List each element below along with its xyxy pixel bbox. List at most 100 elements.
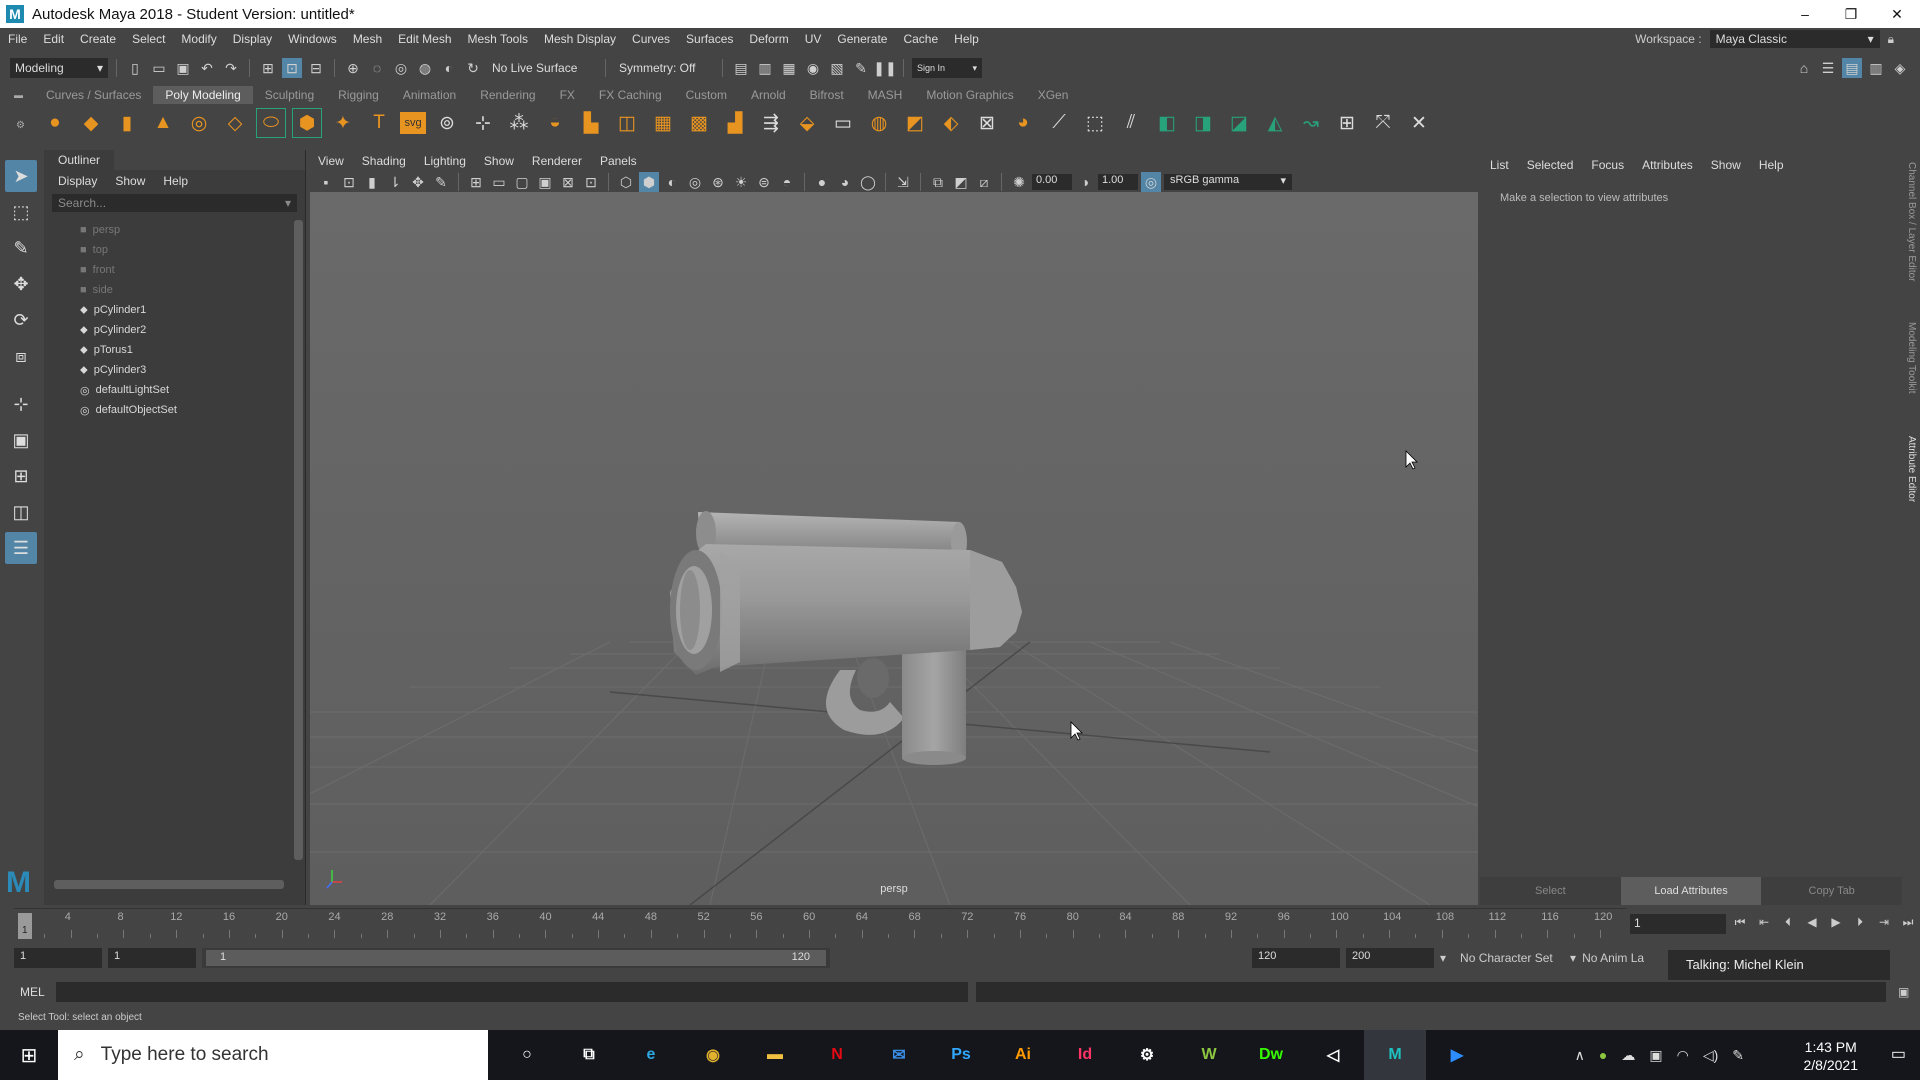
screen-space-ao-icon[interactable]: ⧉ (928, 172, 948, 192)
start-button[interactable]: ⊞ (0, 1030, 58, 1080)
device-icon[interactable]: ▣ (1649, 1047, 1662, 1064)
uv-layout-icon[interactable]: ✕ (1404, 108, 1434, 138)
shelf-tab-sculpting[interactable]: Sculpting (253, 86, 326, 104)
wifi-icon[interactable]: ◠ (1677, 1047, 1689, 1064)
taskbar-search[interactable]: ⌕ Type here to search (58, 1030, 488, 1080)
select-object-icon[interactable]: ⊡ (282, 58, 302, 78)
outliner-item[interactable]: ◎ defaultObjectSet (44, 400, 305, 420)
taskbar-zoom-icon[interactable]: ▶ (1426, 1030, 1488, 1080)
render-frame-icon[interactable]: ▥ (755, 58, 775, 78)
cylindrical-map-icon[interactable]: ◨ (1188, 108, 1218, 138)
paint-select-icon[interactable]: ✎ (5, 232, 37, 264)
shelf-tab-animation[interactable]: Animation (391, 86, 468, 104)
outliner-item[interactable]: ⬥ pCylinder2 (44, 320, 305, 340)
xray-icon[interactable]: ● (812, 172, 832, 192)
taskbar-cortana-icon[interactable]: ○ (496, 1030, 558, 1080)
taskbar-dreamweaver-icon[interactable]: Dw (1240, 1030, 1302, 1080)
gamma-field[interactable]: 1.00 (1098, 174, 1138, 190)
taskbar-w-app-icon[interactable]: W (1178, 1030, 1240, 1080)
taskbar-edge-icon[interactable]: e (620, 1030, 682, 1080)
grid-icon[interactable]: ⊞ (466, 172, 486, 192)
image-plane-icon[interactable]: ⇂ (385, 172, 405, 192)
automatic-map-icon[interactable]: ◭ (1260, 108, 1290, 138)
shelf-tab-xgen[interactable]: XGen (1026, 86, 1081, 104)
modeling-toolkit-tab[interactable]: Modeling Toolkit (1906, 322, 1917, 394)
multi-cut-icon[interactable]: ⟋ (1044, 108, 1074, 138)
outliner-search[interactable]: Search... ▾ (52, 194, 297, 212)
wacom-icon[interactable]: ● (1599, 1047, 1607, 1063)
exposure-field[interactable]: 0.00 (1032, 174, 1072, 190)
menu-mesh[interactable]: Mesh (345, 32, 390, 46)
outliner-item[interactable]: ■ persp (44, 220, 305, 240)
chevron-down-icon[interactable]: ▾ (285, 196, 291, 210)
go-to-end-icon[interactable]: ⏭ (1898, 912, 1918, 932)
menu-file[interactable]: File (0, 32, 35, 46)
chevron-down-icon[interactable]: ▾ (1570, 951, 1576, 965)
command-input[interactable] (56, 982, 968, 1002)
menu-generate[interactable]: Generate (829, 32, 895, 46)
target-weld-icon[interactable]: ⬚ (1080, 108, 1110, 138)
shelf-tab-poly-modeling[interactable]: Poly Modeling (153, 86, 253, 104)
pen-icon[interactable]: ✎ (1732, 1047, 1744, 1064)
outliner-menu-display[interactable]: Display (58, 174, 97, 188)
motion-blur-icon[interactable]: ◩ (951, 172, 971, 192)
safe-action-icon[interactable]: ⊡ (581, 172, 601, 192)
menu-cache[interactable]: Cache (895, 32, 946, 46)
viewport-menu-panels[interactable]: Panels (600, 154, 637, 168)
ipr-render-icon[interactable]: ▦ (779, 58, 799, 78)
step-back-frame-icon[interactable]: ⏴ (1778, 912, 1798, 932)
combine-icon[interactable]: ◒ (540, 108, 570, 138)
viewport-panel[interactable]: View Shading Lighting Show Renderer Panels ▪ … (310, 150, 1478, 905)
resolution-gate-icon[interactable]: ▢ (512, 172, 532, 192)
wireframe-on-shaded-icon[interactable]: ◎ (685, 172, 705, 192)
menu-uv[interactable]: UV (797, 32, 830, 46)
attribute-editor-menu-selected[interactable]: Selected (1527, 158, 1574, 172)
outliner-item[interactable]: ■ top (44, 240, 305, 260)
scene-view[interactable] (310, 192, 1478, 905)
poly-disc-icon[interactable]: ⬭ (256, 108, 286, 138)
isolate-select-icon[interactable]: ⇲ (893, 172, 913, 192)
step-forward-frame-icon[interactable]: ⏵ (1850, 912, 1870, 932)
layer-editor-icon[interactable]: ◈ (1890, 58, 1910, 78)
field-chart-icon[interactable]: ⊠ (558, 172, 578, 192)
color-management-icon[interactable]: ◎ (1141, 172, 1161, 192)
lock-icon[interactable]: 🔒︎ (1888, 32, 1894, 47)
scrollbar-thumb[interactable] (294, 220, 303, 860)
outliner-item[interactable]: ◎ defaultLightSet (44, 380, 305, 400)
taskbar-photoshop-icon[interactable]: Ps (930, 1030, 992, 1080)
separate-icon[interactable]: ▙ (576, 108, 606, 138)
start-time-field[interactable]: 1 (14, 948, 102, 968)
exposure-icon[interactable]: ✺ (1009, 172, 1029, 192)
shelf-tab-arnold[interactable]: Arnold (739, 86, 798, 104)
load-attributes-button[interactable]: Load Attributes (1620, 877, 1762, 905)
range-slider-fill[interactable] (206, 950, 826, 966)
viewport-menu-view[interactable]: View (318, 154, 344, 168)
render-settings-icon[interactable]: ◉ (803, 58, 823, 78)
taskbar-mail-icon[interactable]: ✉ (868, 1030, 930, 1080)
open-scene-icon[interactable]: ▭ (149, 58, 169, 78)
extrude-icon[interactable]: ⬙ (792, 108, 822, 138)
script-editor-icon[interactable]: ▣ (1898, 985, 1909, 999)
attribute-editor-menu-focus[interactable]: Focus (1591, 158, 1624, 172)
current-frame-field[interactable]: 1 (1630, 914, 1726, 934)
pause-icon[interactable]: ❚❚ (873, 58, 896, 78)
outliner-item[interactable]: ⬥ pTorus1 (44, 340, 305, 360)
collapse-icon[interactable]: ⊠ (972, 108, 1002, 138)
mesh-smooth-icon[interactable]: ⊹ (468, 108, 498, 138)
shelf-tab-motion-graphics[interactable]: Motion Graphics (914, 86, 1025, 104)
bookmark-icon[interactable]: ▮ (362, 172, 382, 192)
close-button[interactable]: ✕ (1874, 0, 1920, 28)
modeling-toolkit-icon[interactable]: ⌂ (1794, 58, 1814, 78)
play-backward-icon[interactable]: ◀ (1802, 912, 1822, 932)
boolean-icon[interactable]: ▦ (648, 108, 678, 138)
menu-windows[interactable]: Windows (280, 32, 345, 46)
playback-start-field[interactable]: 1 (108, 948, 196, 968)
persp-outliner-layout-icon[interactable]: ◫ (5, 496, 37, 528)
play-forward-icon[interactable]: ▶ (1826, 912, 1846, 932)
character-set-dropdown[interactable]: No Character Set (1452, 951, 1564, 965)
minimize-button[interactable]: – (1782, 0, 1828, 28)
menu-display[interactable]: Display (225, 32, 280, 46)
single-perspective-layout-icon[interactable]: ▣ (5, 424, 37, 456)
live-surface-field[interactable]: No Live Surface (487, 58, 597, 78)
shelf-tab-mash[interactable]: MASH (856, 86, 915, 104)
